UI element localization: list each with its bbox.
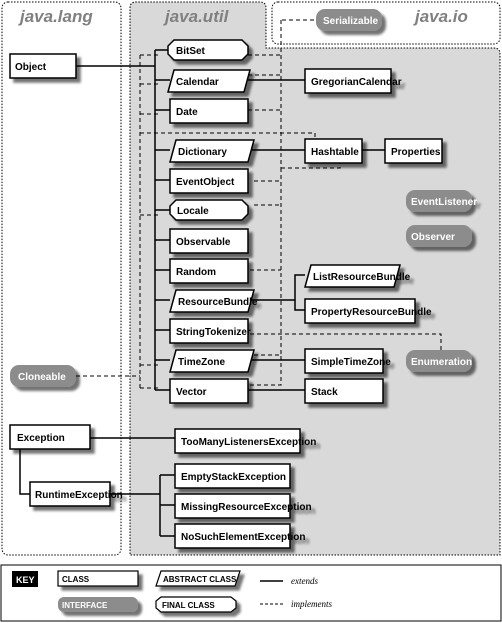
- class-date[interactable]: Date: [169, 98, 249, 124]
- svg-text:TooManyListenersException: TooManyListenersException: [181, 437, 316, 448]
- legend-implements-label: implements: [291, 599, 332, 609]
- svg-text:Exception: Exception: [17, 433, 65, 444]
- class-bitset[interactable]: BitSet: [167, 39, 249, 61]
- svg-text:Observable: Observable: [176, 237, 231, 248]
- class-simpletimezone[interactable]: SimpleTimeZone: [304, 348, 391, 374]
- class-calendar[interactable]: Calendar: [167, 69, 251, 93]
- svg-text:BitSet: BitSet: [176, 46, 206, 57]
- class-locale[interactable]: Locale: [169, 199, 249, 221]
- svg-text:TimeZone: TimeZone: [178, 357, 225, 368]
- legend-extends-label: extends: [291, 576, 318, 586]
- svg-text:Calendar: Calendar: [176, 77, 219, 88]
- interface-observer[interactable]: Observer: [406, 225, 472, 247]
- svg-text:GregorianCalendar: GregorianCalendar: [311, 77, 402, 88]
- svg-text:Dictionary: Dictionary: [178, 147, 227, 158]
- svg-text:Enumeration: Enumeration: [411, 357, 472, 368]
- class-nosuchelementexception[interactable]: NoSuchElementException: [174, 523, 305, 549]
- svg-text:Hashtable: Hashtable: [311, 147, 359, 158]
- svg-text:PropertyResourceBundle: PropertyResourceBundle: [311, 307, 432, 318]
- svg-text:Stack: Stack: [311, 387, 338, 398]
- package-java-io: java.io: [271, 1, 501, 45]
- svg-text:Vector: Vector: [176, 387, 207, 398]
- key-title: KEY: [16, 575, 35, 585]
- interface-enumeration[interactable]: Enumeration: [406, 350, 472, 372]
- legend-class: CLASS: [57, 570, 139, 587]
- svg-text:EventListener: EventListener: [411, 197, 477, 208]
- svg-text:Observer: Observer: [411, 232, 455, 243]
- interface-eventlistener[interactable]: EventListener: [406, 190, 477, 212]
- package-title-java-io: java.io: [413, 7, 468, 26]
- svg-text:Object: Object: [15, 62, 47, 73]
- class-random[interactable]: Random: [169, 258, 249, 284]
- class-propertyresourcebundle[interactable]: PropertyResourceBundle: [304, 298, 432, 324]
- interface-serializable[interactable]: Serializable: [316, 9, 382, 31]
- svg-text:MissingResourceException: MissingResourceException: [181, 502, 312, 513]
- legend: KEY CLASS ABSTRACT CLASS INTERFACE FINAL…: [0, 564, 502, 622]
- class-hashtable[interactable]: Hashtable: [304, 138, 363, 164]
- svg-text:ResourceBundle: ResourceBundle: [178, 297, 258, 308]
- package-title-java-util: java.util: [163, 7, 230, 26]
- class-timezone[interactable]: TimeZone: [169, 349, 255, 373]
- class-listresourcebundle[interactable]: ListResourceBundle: [304, 264, 411, 288]
- svg-text:EventObject: EventObject: [176, 177, 235, 188]
- class-gregoriancalendar[interactable]: GregorianCalendar: [304, 68, 402, 94]
- svg-text:CLASS: CLASS: [62, 575, 90, 584]
- svg-text:EmptyStackException: EmptyStackException: [181, 472, 286, 483]
- class-exception[interactable]: Exception: [9, 424, 91, 450]
- svg-text:INTERFACE: INTERFACE: [62, 601, 108, 610]
- class-dictionary[interactable]: Dictionary: [169, 139, 255, 163]
- svg-text:NoSuchElementException: NoSuchElementException: [181, 532, 305, 543]
- package-title-java-lang: java.lang: [18, 7, 93, 26]
- svg-text:Serializable: Serializable: [323, 16, 378, 27]
- class-emptystackexception[interactable]: EmptyStackException: [174, 463, 291, 489]
- class-observable[interactable]: Observable: [169, 228, 249, 254]
- legend-interface: INTERFACE: [58, 597, 138, 612]
- class-runtimeexception[interactable]: RuntimeException: [29, 481, 123, 507]
- svg-text:Properties: Properties: [391, 147, 441, 158]
- legend-abstract-class: ABSTRACT CLASS: [155, 570, 241, 587]
- svg-text:ABSTRACT CLASS: ABSTRACT CLASS: [163, 575, 237, 584]
- class-stringtokenizer[interactable]: StringTokenizer: [169, 318, 251, 344]
- svg-text:FINAL CLASS: FINAL CLASS: [162, 601, 215, 610]
- class-eventobject[interactable]: EventObject: [169, 168, 249, 194]
- svg-text:Random: Random: [176, 267, 216, 278]
- legend-final-class: FINAL CLASS: [155, 596, 237, 613]
- svg-text:SimpleTimeZone: SimpleTimeZone: [311, 357, 391, 368]
- svg-text:Cloneable: Cloneable: [18, 372, 66, 383]
- class-resourcebundle[interactable]: ResourceBundle: [169, 289, 258, 313]
- svg-text:RuntimeException: RuntimeException: [35, 490, 123, 501]
- interface-cloneable[interactable]: Cloneable: [10, 365, 76, 387]
- svg-text:StringTokenizer: StringTokenizer: [176, 327, 251, 338]
- class-toomanylistenersexception[interactable]: TooManyListenersException: [174, 428, 316, 454]
- svg-text:Date: Date: [176, 107, 198, 118]
- svg-text:ListResourceBundle: ListResourceBundle: [313, 272, 411, 283]
- class-properties[interactable]: Properties: [384, 138, 443, 164]
- class-vector[interactable]: Vector: [169, 378, 249, 404]
- class-hierarchy-diagram: java.lang java.util java.io Object BitSe…: [0, 1, 502, 622]
- class-stack[interactable]: Stack: [304, 378, 384, 404]
- svg-text:Locale: Locale: [177, 206, 209, 217]
- class-object[interactable]: Object: [9, 53, 77, 79]
